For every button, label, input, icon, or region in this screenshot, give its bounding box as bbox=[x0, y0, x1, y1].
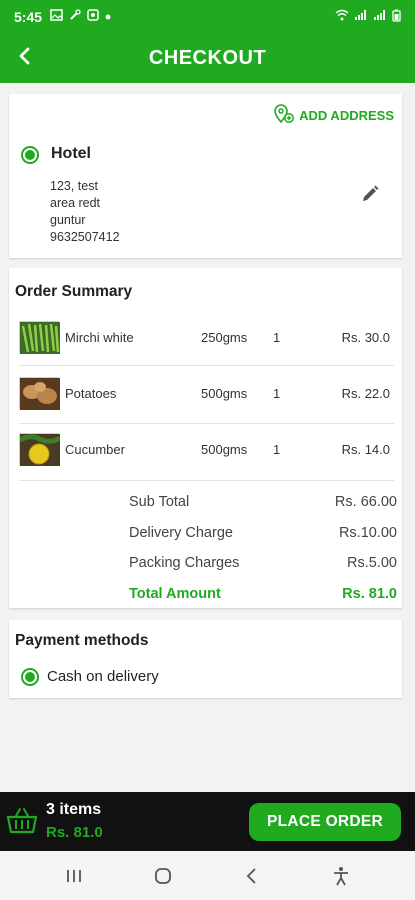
address-lines: 123, test area redt guntur 9632507412 bbox=[50, 178, 120, 246]
item-weight: 250gms bbox=[201, 329, 248, 345]
signal-icon bbox=[354, 9, 368, 24]
payment-methods-card: Payment methods Cash on delivery bbox=[9, 620, 402, 698]
item-price: Rs. 14.0 bbox=[341, 441, 390, 457]
system-back-button[interactable] bbox=[232, 856, 272, 896]
status-time: 5:45 bbox=[14, 8, 43, 25]
edit-address-button[interactable] bbox=[360, 184, 380, 209]
item-qty: 1 bbox=[273, 329, 281, 345]
cart-items-count: 3 items bbox=[46, 801, 102, 818]
divider bbox=[19, 480, 394, 481]
item-name: Cucumber bbox=[65, 441, 125, 457]
item-price: Rs. 22.0 bbox=[341, 385, 390, 401]
recent-apps-button[interactable] bbox=[54, 856, 94, 896]
item-weight: 500gms bbox=[201, 385, 248, 401]
app-icon bbox=[87, 9, 99, 24]
total-amount-label: Total Amount bbox=[129, 585, 221, 602]
order-summary-title: Order Summary bbox=[15, 283, 133, 300]
arrow-left-icon bbox=[15, 46, 35, 71]
back-button[interactable] bbox=[8, 41, 42, 75]
status-bar: 5:45 bbox=[0, 0, 415, 33]
item-qty: 1 bbox=[273, 441, 281, 457]
total-amount-row: Total Amount Rs. 81.0 bbox=[129, 579, 397, 610]
accessibility-icon bbox=[333, 866, 348, 885]
order-item: Potatoes 500gms 1 Rs. 22.0 bbox=[19, 376, 394, 410]
delivery-charge-row: Delivery Charge Rs.10.00 bbox=[129, 518, 397, 549]
pencil-icon bbox=[363, 185, 379, 201]
item-name: Mirchi white bbox=[65, 329, 134, 345]
potato-thumbnail bbox=[19, 377, 60, 410]
totals-section: Sub Total Rs. 66.00 Delivery Charge Rs.1… bbox=[129, 487, 397, 609]
address-line: 123, test bbox=[50, 179, 98, 193]
item-price: Rs. 30.0 bbox=[341, 329, 390, 345]
status-icons bbox=[50, 9, 111, 24]
subtotal-row: Sub Total Rs. 66.00 bbox=[129, 487, 397, 518]
payment-methods-title: Payment methods bbox=[15, 632, 149, 649]
delivery-charge-label: Delivery Charge bbox=[129, 524, 233, 541]
chili-thumbnail bbox=[19, 321, 60, 354]
packing-charges-label: Packing Charges bbox=[129, 555, 240, 572]
status-right-icons bbox=[335, 9, 401, 25]
recents-icon bbox=[67, 869, 82, 882]
tool-icon bbox=[69, 9, 81, 24]
basket-icon bbox=[6, 807, 38, 840]
app-bar: CHECKOUT bbox=[0, 33, 415, 83]
cart-total: Rs. 81.0 bbox=[46, 824, 103, 841]
battery-icon bbox=[392, 9, 401, 25]
dot-icon bbox=[105, 11, 111, 23]
order-item: Cucumber 500gms 1 Rs. 14.0 bbox=[18, 432, 394, 466]
item-qty: 1 bbox=[273, 385, 281, 401]
cart-summary-bar: 3 items Rs. 81.0 PLACE ORDER bbox=[0, 792, 415, 851]
packing-charges-value: Rs.5.00 bbox=[347, 555, 397, 572]
wifi-icon bbox=[335, 9, 349, 24]
place-order-button[interactable]: PLACE ORDER bbox=[249, 803, 401, 841]
address-phone: 9632507412 bbox=[50, 230, 120, 244]
item-weight: 500gms bbox=[201, 441, 248, 457]
address-radio[interactable] bbox=[21, 146, 39, 164]
address-line: area redt bbox=[50, 196, 101, 210]
gallery-icon bbox=[50, 9, 63, 24]
add-address-button[interactable]: ADD ADDRESS bbox=[273, 104, 394, 127]
order-summary-card: Order Summary Mirchi white 250gms 1 Rs. … bbox=[9, 268, 402, 608]
address-card: ADD ADDRESS Hotel 123, test area redt gu… bbox=[9, 94, 402, 258]
page-title: CHECKOUT bbox=[148, 46, 267, 69]
item-name: Potatoes bbox=[65, 385, 117, 401]
subtotal-label: Sub Total bbox=[129, 494, 190, 511]
divider bbox=[19, 423, 394, 424]
subtotal-value: Rs. 66.00 bbox=[334, 494, 397, 511]
accessibility-button[interactable] bbox=[321, 856, 361, 896]
home-icon bbox=[155, 867, 172, 884]
cucumber-thumbnail bbox=[18, 433, 62, 466]
address-name: Hotel bbox=[51, 145, 91, 162]
cash-on-delivery-label[interactable]: Cash on delivery bbox=[47, 668, 159, 685]
signal-icon bbox=[373, 9, 387, 24]
cash-on-delivery-radio[interactable] bbox=[21, 668, 39, 686]
delivery-charge-value: Rs.10.00 bbox=[338, 524, 397, 541]
system-nav-bar bbox=[0, 851, 415, 900]
address-line: guntur bbox=[50, 213, 86, 227]
add-address-label: ADD ADDRESS bbox=[299, 108, 394, 123]
location-pin-icon bbox=[273, 104, 295, 127]
total-amount-value: Rs. 81.0 bbox=[342, 585, 397, 602]
chevron-left-icon bbox=[246, 867, 256, 884]
order-item: Mirchi white 250gms 1 Rs. 30.0 bbox=[19, 320, 394, 354]
home-button[interactable] bbox=[143, 856, 183, 896]
packing-charges-row: Packing Charges Rs.5.00 bbox=[129, 548, 397, 579]
divider bbox=[19, 365, 394, 366]
